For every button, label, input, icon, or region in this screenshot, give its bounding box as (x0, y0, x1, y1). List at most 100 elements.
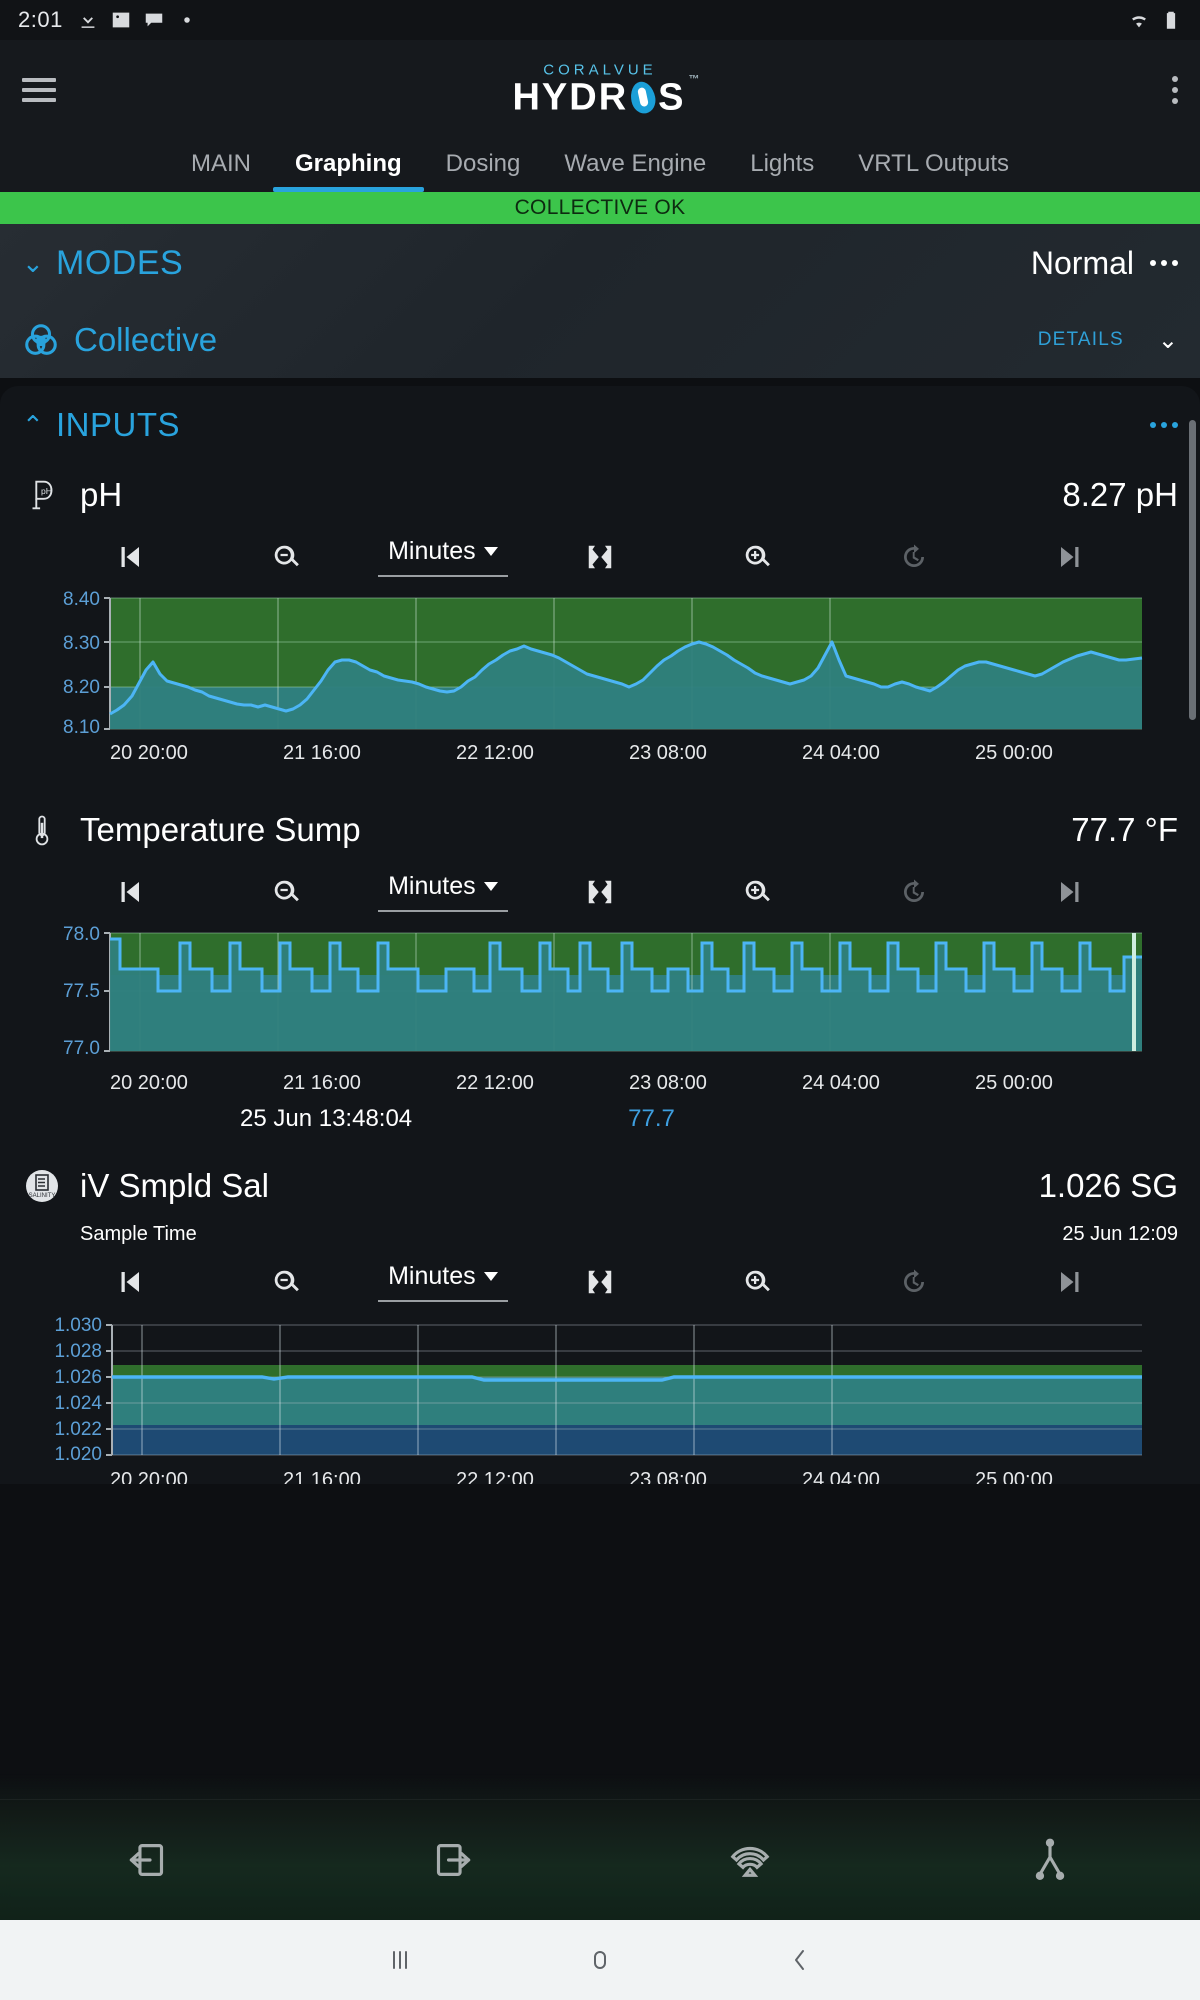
sensor-value: 77.7 °F (1071, 811, 1178, 848)
app-root: 2:01 CORALVUE HYDR S ™ MAIN Graphing Dos… (0, 0, 1200, 2000)
zoom-out-icon[interactable] (207, 542, 364, 572)
chart-ph-xaxis: 20 20:00 21 16:00 22 12:00 23 08:00 24 0… (22, 742, 1178, 765)
skip-to-start-icon[interactable] (50, 877, 207, 907)
battery-icon (1166, 11, 1176, 29)
time-unit-select[interactable]: Minutes (364, 872, 521, 912)
cursor-timestamp: 25 Jun 13:48:04 (240, 1105, 413, 1132)
brand-text-left: HYDR (512, 76, 629, 119)
skip-to-end-icon[interactable] (993, 542, 1150, 572)
tab-dosing[interactable]: Dosing (424, 150, 543, 192)
message-icon (145, 13, 163, 27)
sensor-subrow: Sample Time 25 Jun 12:09 (22, 1217, 1178, 1251)
back-icon[interactable] (700, 1945, 900, 1975)
import-icon[interactable] (0, 1837, 300, 1883)
chart-temperature[interactable]: 78.0 77.5 77.0 20 20:00 21 16:00 22 12:0… (22, 923, 1178, 1095)
wifi-signal-icon[interactable] (600, 1837, 900, 1883)
history-restore-icon[interactable] (836, 542, 993, 572)
skip-to-end-icon[interactable] (993, 1267, 1150, 1297)
modes-value: Normal (1030, 244, 1134, 281)
modes-row[interactable]: ⌄ MODES Normal (22, 224, 1178, 302)
ytick-label: 1.024 (54, 1393, 102, 1414)
overflow-menu-icon[interactable] (1172, 76, 1178, 104)
history-restore-icon[interactable] (836, 1267, 993, 1297)
inputs-card: ⌃ INPUTS pH pH 8.27 pH Minutes 8.40 8.30… (0, 386, 1200, 1484)
skip-to-start-icon[interactable] (50, 542, 207, 572)
brand-supertitle: CORALVUE (543, 61, 657, 79)
ytick-label: 78.0 (63, 924, 100, 945)
dot-icon (184, 17, 190, 23)
xtick-label: 25 00:00 (975, 1469, 1053, 1484)
sensor-value: 1.026 SG (1038, 1167, 1178, 1204)
time-unit-select[interactable]: Minutes (364, 1262, 521, 1302)
sensor-ph: pH pH 8.27 pH Minutes 8.40 8.30 8.20 8.1… (0, 464, 1200, 765)
collective-title: Collective (74, 321, 218, 358)
skip-to-start-icon[interactable] (50, 1267, 207, 1297)
sample-time-label: Sample Time (80, 1222, 197, 1245)
collective-row[interactable]: Collective DETAILS ⌄ (22, 302, 1178, 378)
chart-ph[interactable]: 8.40 8.30 8.20 8.10 20 20:00 21 16:00 22… (22, 588, 1178, 765)
status-banner: COLLECTIVE OK (0, 192, 1200, 224)
xtick-label: 20 20:00 (110, 742, 188, 764)
tab-graphing[interactable]: Graphing (272, 150, 424, 192)
time-unit-label: Minutes (388, 872, 476, 900)
fit-to-screen-icon[interactable] (521, 877, 678, 907)
cursor-value: 77.7 (628, 1105, 675, 1132)
chart-cursor-readout: 25 Jun 13:48:04 77.7 (22, 1095, 1178, 1143)
wifi-icon (1132, 16, 1146, 28)
xtick-label: 21 16:00 (283, 1469, 361, 1484)
ytick-label: 77.0 (63, 1038, 100, 1059)
xtick-label: 22 12:00 (456, 1469, 534, 1484)
inputs-overflow-menu-icon[interactable] (1150, 422, 1178, 428)
collective-icon (25, 324, 57, 355)
xtick-label: 23 08:00 (629, 742, 707, 764)
recents-icon[interactable] (300, 1945, 500, 1975)
hamburger-menu-icon[interactable] (22, 72, 56, 108)
select-underline (377, 910, 508, 912)
svg-text:SALINITY: SALINITY (29, 1193, 56, 1199)
zoom-out-icon[interactable] (207, 1267, 364, 1297)
time-unit-select[interactable]: Minutes (364, 537, 521, 577)
export-icon[interactable] (300, 1837, 600, 1883)
chevron-down-icon (483, 1272, 498, 1281)
sensor-iv-smpld-sal: SALINITY iV Smpld Sal 1.026 SG Sample Ti… (0, 1155, 1200, 1484)
chevron-down-icon[interactable]: ⌄ (22, 248, 56, 279)
ytick-label: 1.028 (54, 1341, 102, 1362)
ytick-label: 8.40 (63, 589, 100, 610)
zoom-out-icon[interactable] (207, 877, 364, 907)
fit-to-screen-icon[interactable] (521, 542, 678, 572)
android-nav-bar (0, 1920, 1200, 2000)
xtick-label: 23 08:00 (629, 1072, 707, 1094)
collective-chevron-down-icon[interactable]: ⌄ (1158, 326, 1178, 355)
tab-vrtl-outputs[interactable]: VRTL Outputs (836, 150, 1031, 192)
salinity-icon: SALINITY (22, 1166, 62, 1206)
home-icon[interactable] (500, 1945, 700, 1975)
modes-overflow-menu-icon[interactable] (1150, 260, 1178, 266)
sensor-header: pH pH 8.27 pH (22, 464, 1178, 526)
svg-text:pH: pH (41, 486, 52, 496)
history-restore-icon[interactable] (836, 877, 993, 907)
ytick-label: 1.020 (54, 1444, 102, 1465)
chevron-down-icon (483, 547, 498, 556)
tab-wave-engine[interactable]: Wave Engine (542, 150, 728, 192)
fit-to-screen-icon[interactable] (521, 1267, 678, 1297)
hydros-o-icon (628, 81, 658, 115)
select-underline (377, 575, 508, 577)
zoom-in-icon[interactable] (679, 877, 836, 907)
ytick-label: 8.20 (63, 677, 100, 698)
chart-salinity-xaxis: 20 20:00 21 16:00 22 12:00 23 08:00 24 0… (22, 1469, 1178, 1484)
image-icon (112, 12, 130, 28)
tab-lights[interactable]: Lights (728, 150, 836, 192)
inputs-header[interactable]: ⌃ INPUTS (0, 386, 1200, 464)
ytick-label: 8.30 (63, 633, 100, 654)
details-link[interactable]: DETAILS (1038, 329, 1124, 351)
zoom-in-icon[interactable] (679, 1267, 836, 1297)
chevron-up-icon[interactable]: ⌃ (22, 410, 56, 441)
chart-salinity[interactable]: 1.030 1.028 1.026 1.024 1.022 1.020 20 2… (22, 1313, 1178, 1484)
vertical-scrollbar[interactable] (1189, 420, 1196, 720)
xtick-label: 22 12:00 (456, 1072, 534, 1094)
network-tree-icon[interactable] (900, 1837, 1200, 1883)
bottom-action-bar (0, 1774, 1200, 1920)
tab-main[interactable]: MAIN (169, 150, 273, 192)
zoom-in-icon[interactable] (679, 542, 836, 572)
skip-to-end-icon[interactable] (993, 877, 1150, 907)
